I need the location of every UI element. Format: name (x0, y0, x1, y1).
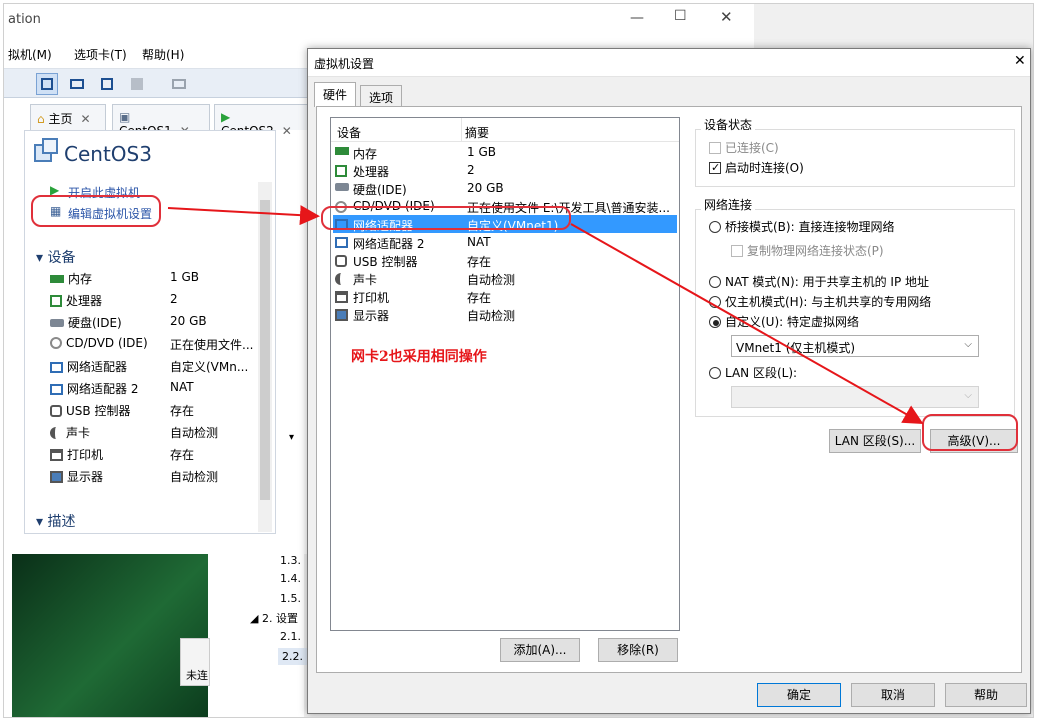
annotation-arrows (167, 205, 924, 424)
screenshot-frame: ation — ☐ ✕ 拟机(M) 选项卡(T) 帮助(H) ⌂ 主页✕ ▣ C… (3, 3, 1034, 718)
arrow-to-dialog (167, 205, 320, 226)
arrow-to-advanced (570, 223, 924, 424)
